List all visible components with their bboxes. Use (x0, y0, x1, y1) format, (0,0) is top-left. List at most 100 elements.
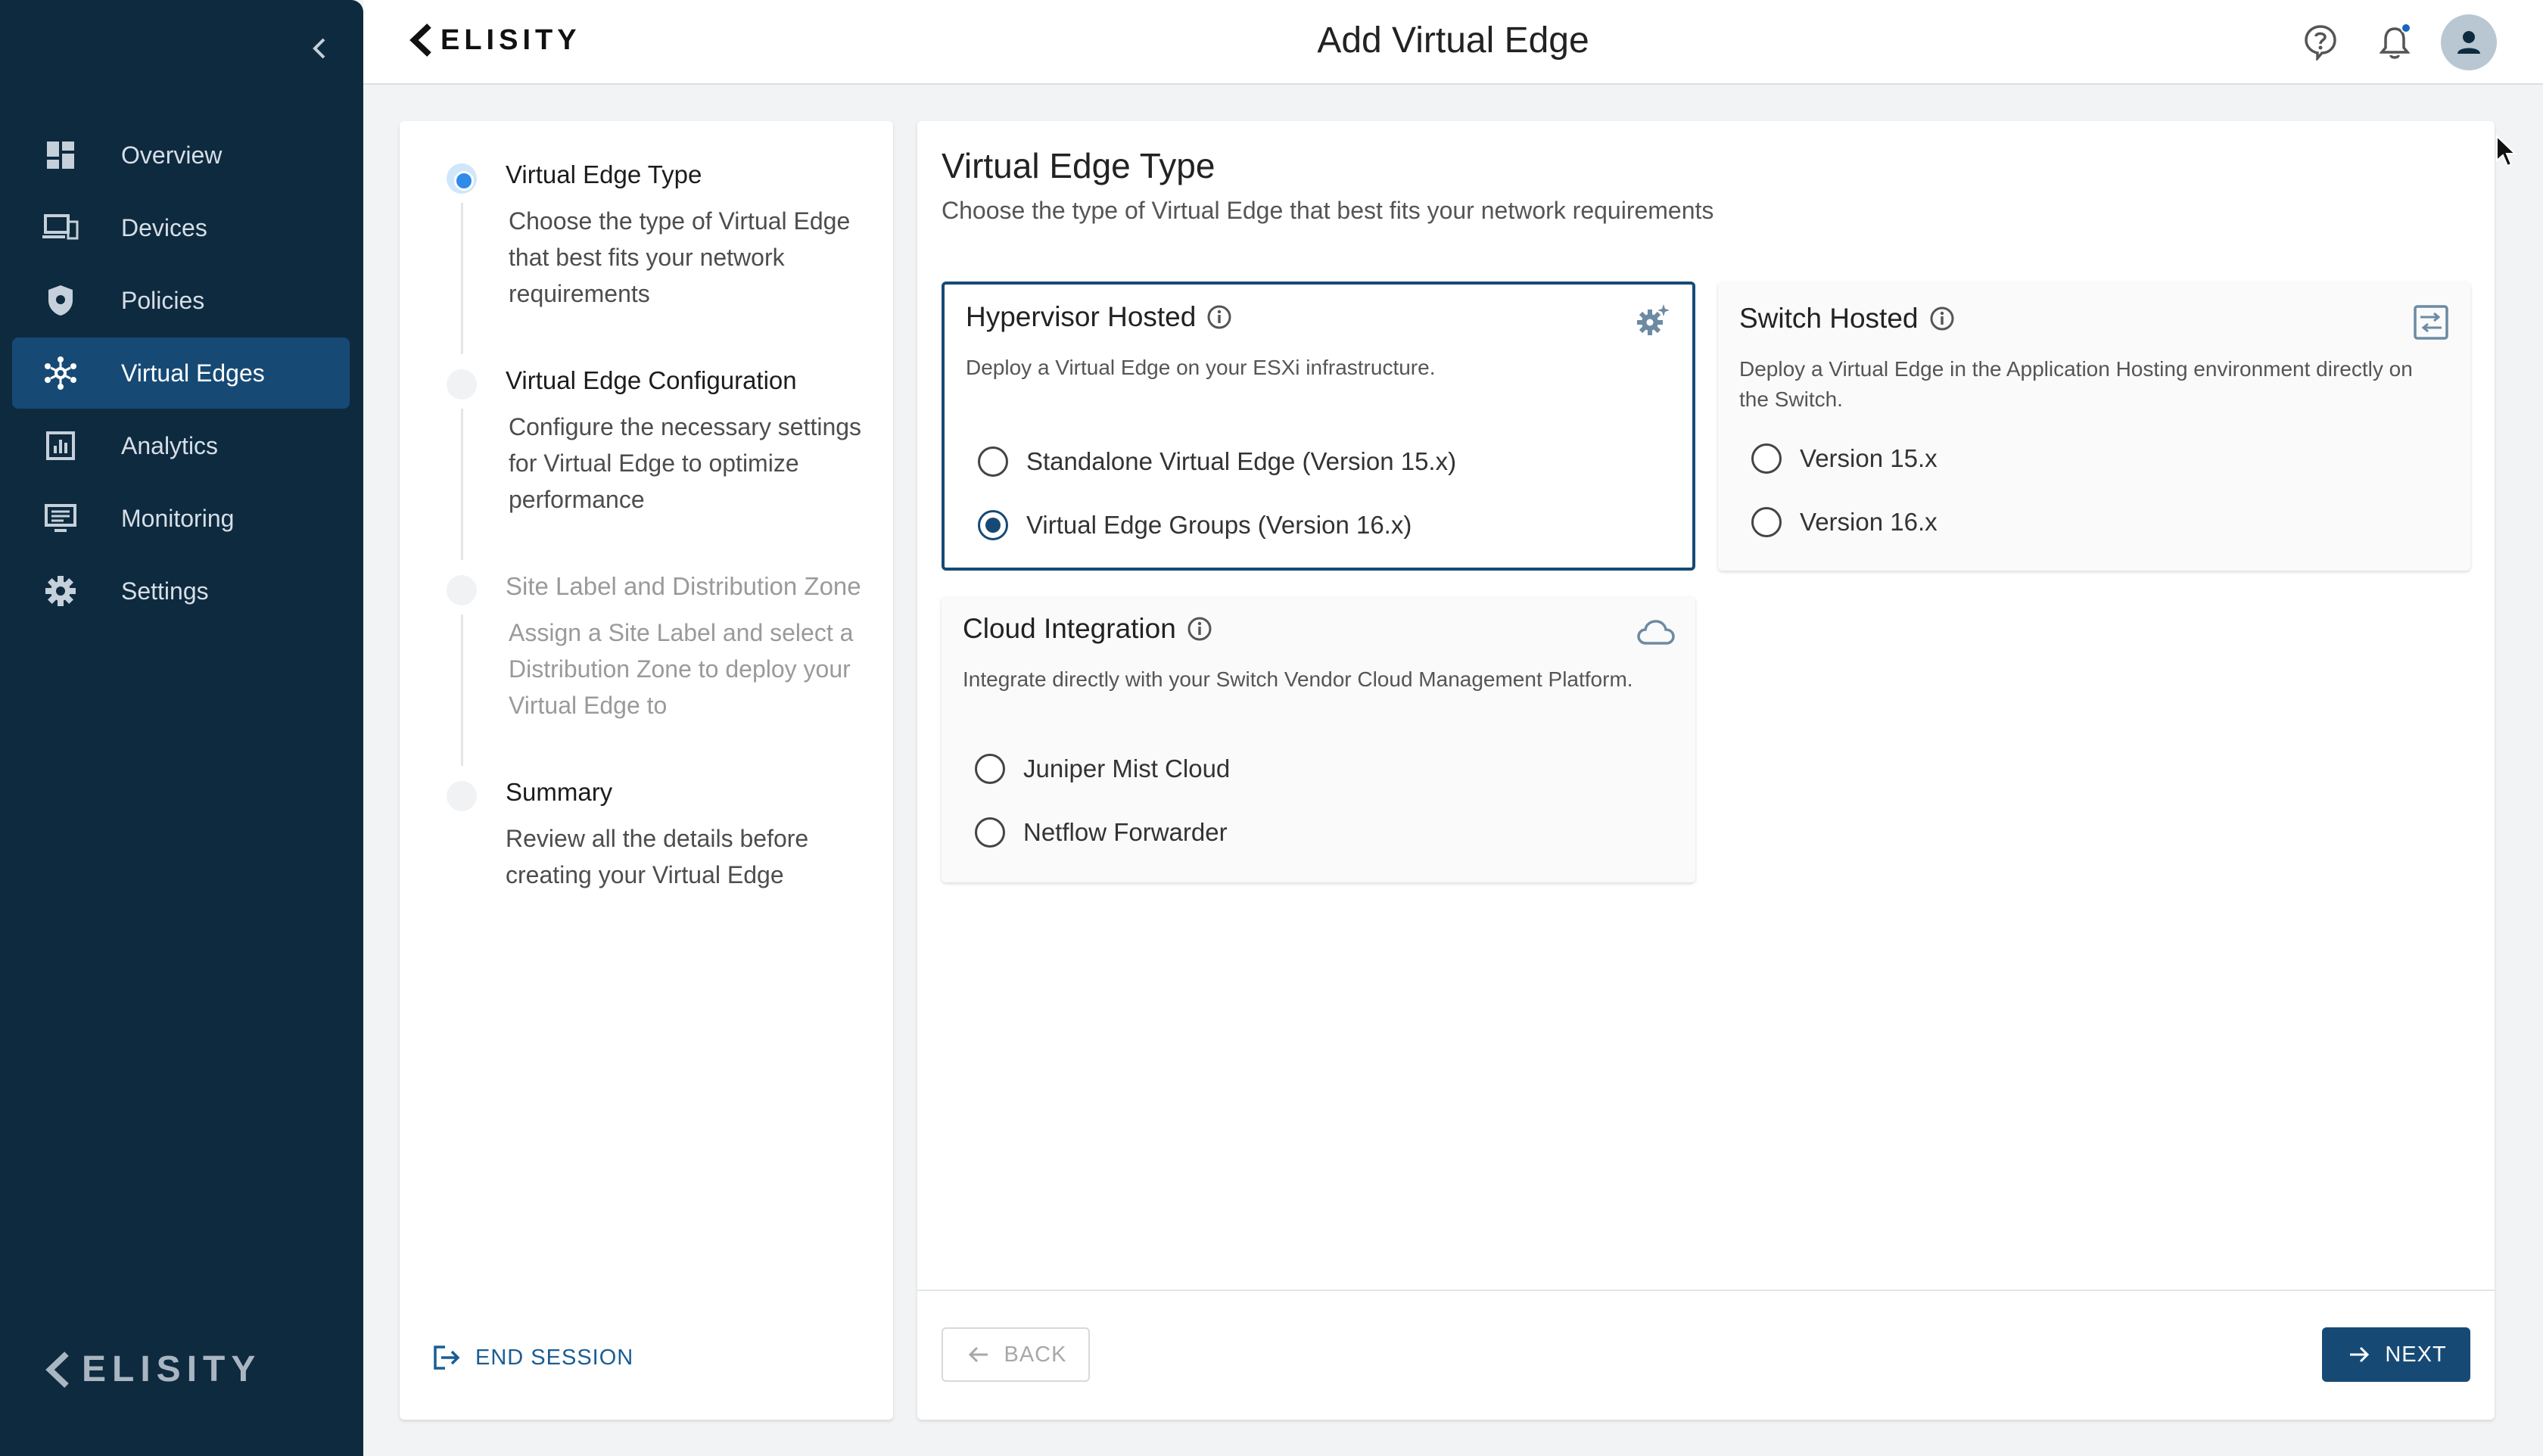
sidebar-item-label: Policies (121, 286, 205, 314)
page-title: Add Virtual Edge (1317, 20, 1589, 61)
info-icon[interactable] (1206, 304, 1232, 330)
option-virtual-edge-groups[interactable]: Virtual Edge Groups (Version 16.x) (978, 510, 1412, 540)
radio-button[interactable] (978, 446, 1008, 477)
sidebar-item-label: Monitoring (121, 504, 235, 532)
sidebar-item-analytics[interactable]: Analytics (12, 410, 350, 481)
notifications-button[interactable] (2366, 14, 2423, 71)
radio-button[interactable] (975, 754, 1005, 784)
card-title-text: Hypervisor Hosted (966, 301, 1197, 332)
end-session-label: END SESSION (475, 1345, 634, 1370)
card-title: Cloud Integration (963, 613, 1212, 645)
sidebar-item-monitoring[interactable]: Monitoring (12, 483, 350, 554)
help-button[interactable] (2292, 14, 2349, 71)
back-label: BACK (1004, 1342, 1067, 1367)
card-title-text: Switch Hosted (1739, 303, 1919, 334)
card-title: Switch Hosted (1739, 303, 1955, 334)
sidebar: Overview Devices Policies Virtual Edges … (0, 0, 363, 1456)
step-indicator (447, 575, 477, 605)
arrow-left-icon (965, 1341, 992, 1368)
back-button[interactable]: BACK (942, 1327, 1090, 1382)
network-hub-icon (42, 355, 79, 391)
card-description: Deploy a Virtual Edge in the Application… (1739, 357, 2413, 411)
collapse-sidebar-button[interactable] (304, 33, 335, 64)
option-label: Juniper Mist Cloud (1023, 754, 1231, 782)
step-connector (461, 409, 463, 560)
chevron-left-icon (313, 38, 325, 59)
sidebar-item-overview[interactable]: Overview (12, 120, 350, 191)
option-version-15x[interactable]: Version 15.x (1751, 443, 1938, 474)
sidebar-item-label: Overview (121, 141, 223, 169)
step-indicator (447, 781, 477, 811)
step-title: Summary (506, 778, 613, 806)
radio-button[interactable] (975, 817, 1005, 848)
info-icon[interactable] (1929, 306, 1955, 331)
hypervisor-hosted-card[interactable]: Hypervisor Hosted Deploy a Virtual Edge … (942, 282, 1695, 571)
step-title: Site Label and Distribution Zone (506, 572, 861, 600)
radio-button[interactable] (1751, 443, 1782, 474)
option-juniper-mist-cloud[interactable]: Juniper Mist Cloud (975, 754, 1230, 784)
monitor-list-icon (42, 500, 79, 537)
section-title: Virtual Edge Type (942, 146, 1215, 185)
radio-button[interactable] (1751, 507, 1782, 537)
info-icon[interactable] (1187, 616, 1212, 642)
option-version-16x[interactable]: Version 16.x (1751, 507, 1938, 537)
step-description: Choose the type of Virtual Edge that bes… (509, 207, 851, 307)
card-title-text: Cloud Integration (963, 613, 1176, 644)
step-indicator-current (447, 163, 477, 194)
bar-chart-icon (42, 428, 79, 464)
avatar (2441, 14, 2497, 70)
card-description: Deploy a Virtual Edge on your ESXi infra… (966, 356, 1436, 379)
sidebar-brand: ELISITY (82, 1349, 262, 1389)
step-connector (461, 203, 463, 354)
user-menu-button[interactable] (2440, 14, 2498, 71)
step-description: Assign a Site Label and select a Distrib… (509, 619, 854, 719)
switch-icon (2411, 303, 2451, 342)
arrow-right-icon (2345, 1341, 2373, 1368)
user-avatar-icon (2457, 31, 2480, 54)
option-netflow-forwarder[interactable]: Netflow Forwarder (975, 817, 1228, 848)
cloud-icon (1636, 613, 1676, 652)
sidebar-logo: ELISITY (44, 1349, 261, 1390)
shield-icon (42, 282, 79, 319)
next-button[interactable]: NEXT (2322, 1327, 2470, 1382)
footer-divider (917, 1290, 2495, 1291)
gear-icon (42, 573, 79, 609)
sidebar-nav: Overview Devices Policies Virtual Edges … (12, 120, 350, 628)
step-title: Virtual Edge Configuration (506, 366, 797, 394)
stepper-panel: Virtual Edge Type Choose the type of Vir… (400, 121, 893, 1420)
sidebar-item-settings[interactable]: Settings (12, 555, 350, 627)
step-description: Review all the details before creating y… (506, 825, 809, 888)
sidebar-item-label: Settings (121, 577, 209, 605)
sidebar-item-policies[interactable]: Policies (12, 265, 350, 336)
mouse-cursor-icon (2496, 135, 2517, 167)
sidebar-item-label: Analytics (121, 431, 219, 459)
option-standalone-virtual-edge[interactable]: Standalone Virtual Edge (Version 15.x) (978, 446, 1456, 477)
option-label: Virtual Edge Groups (Version 16.x) (1026, 511, 1412, 539)
elisity-logo-icon (45, 1351, 69, 1388)
step-description: Configure the necessary settings for Vir… (509, 413, 862, 513)
radio-button-checked[interactable] (978, 510, 1008, 540)
option-label: Version 16.x (1800, 508, 1938, 536)
logout-icon (430, 1341, 463, 1374)
next-label: NEXT (2385, 1342, 2447, 1367)
notification-badge (2401, 23, 2411, 33)
card-description: Integrate directly with your Switch Vend… (963, 667, 1633, 691)
option-label: Version 15.x (1800, 444, 1938, 472)
step-indicator (447, 369, 477, 400)
top-header: ELISITY Add Virtual Edge (363, 0, 2543, 85)
section-subtitle: Choose the type of Virtual Edge that bes… (942, 197, 1714, 224)
cloud-integration-card[interactable]: Cloud Integration Integrate directly wit… (942, 596, 1695, 882)
sidebar-item-devices[interactable]: Devices (12, 192, 350, 263)
option-label: Netflow Forwarder (1023, 818, 1228, 846)
sidebar-item-virtual-edges[interactable]: Virtual Edges (12, 338, 350, 409)
help-icon (2305, 25, 2336, 61)
end-session-button[interactable]: END SESSION (430, 1341, 633, 1374)
gear-sparkle-icon (1633, 301, 1673, 341)
switch-hosted-card[interactable]: Switch Hosted Deploy a Virtual Edge in t… (1718, 282, 2470, 571)
step-title: Virtual Edge Type (506, 160, 702, 188)
devices-icon (42, 210, 79, 246)
option-label: Standalone Virtual Edge (Version 15.x) (1026, 447, 1457, 475)
main-panel: Virtual Edge Type Choose the type of Vir… (917, 121, 2495, 1420)
dashboard-icon (42, 137, 79, 173)
header-actions (2275, 14, 2498, 71)
